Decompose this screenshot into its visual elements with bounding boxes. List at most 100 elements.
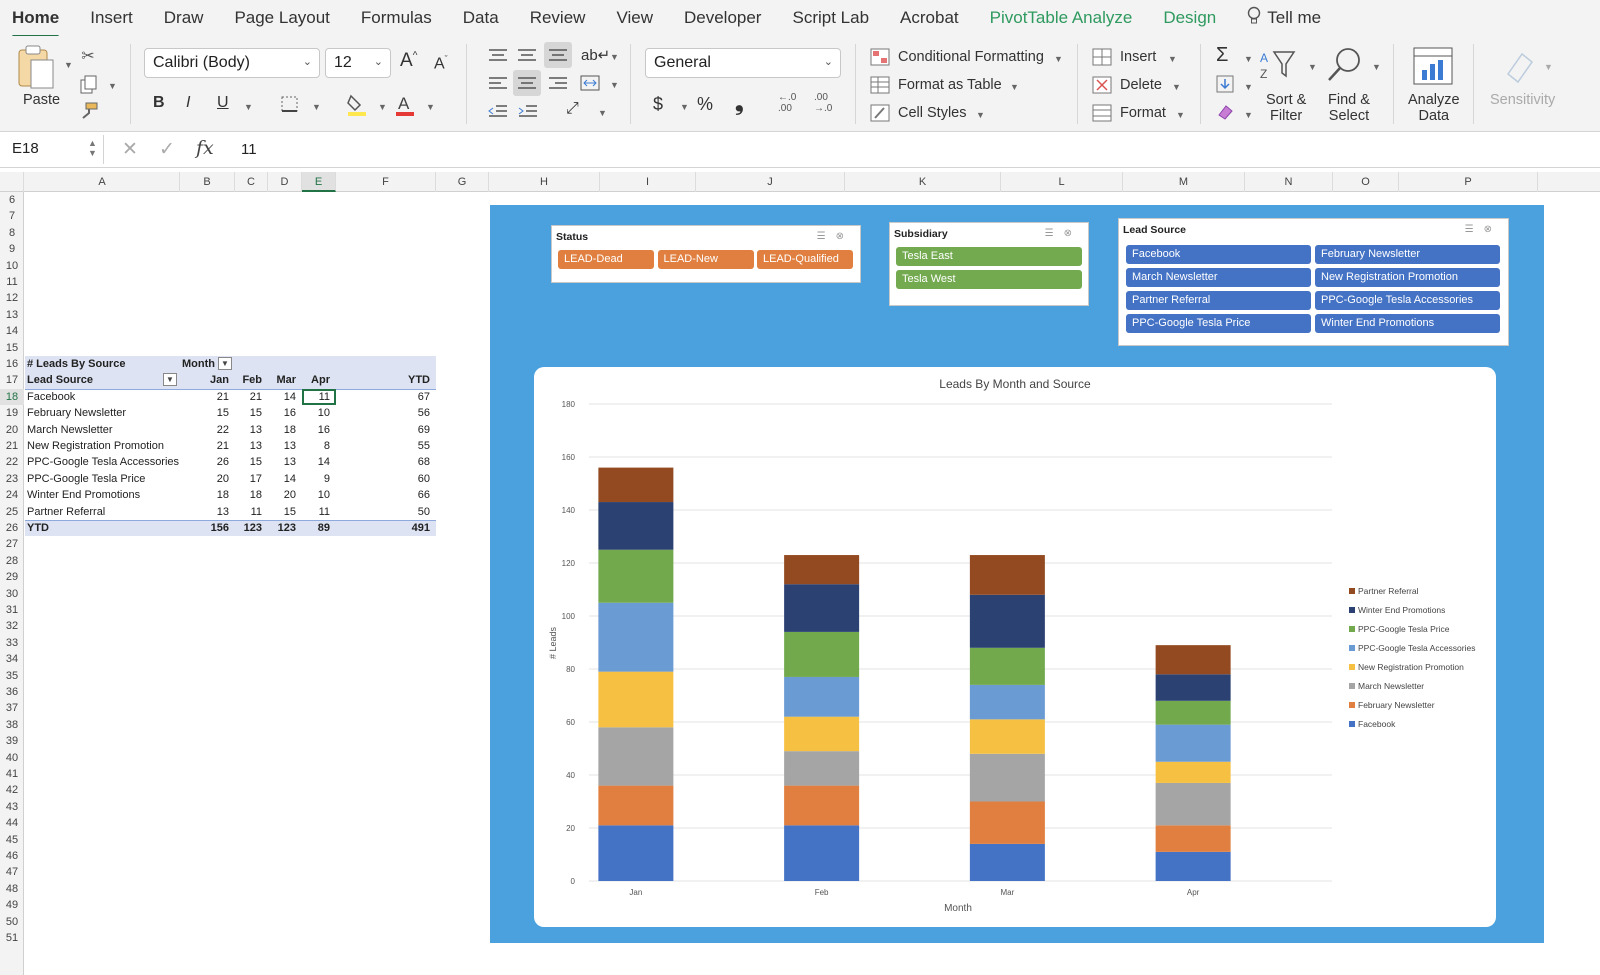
slicer-item-winter-end-promotions[interactable]: Winter End Promotions: [1315, 314, 1500, 333]
row-header-14[interactable]: 14: [0, 323, 24, 339]
row-header-7[interactable]: 7: [0, 208, 24, 224]
bar-segment-feb-1[interactable]: [784, 785, 860, 826]
wrap-text-chevron-icon[interactable]: ▼: [610, 52, 619, 62]
align-top-icon[interactable]: [486, 44, 510, 66]
pivot-value-cell[interactable]: 18: [268, 422, 296, 438]
wrap-text-icon[interactable]: ab↵: [581, 46, 610, 64]
pivot-value-cell[interactable]: 67: [336, 389, 430, 405]
row-header-13[interactable]: 13: [0, 307, 24, 323]
bar-segment-apr-7[interactable]: [1155, 645, 1231, 675]
conditional-formatting-button[interactable]: Conditional Formatting: [898, 49, 1044, 65]
decrease-indent-icon[interactable]: [486, 100, 510, 122]
pivot-value-cell[interactable]: 16: [302, 422, 330, 438]
multi-select-icon[interactable]: ☰: [1045, 228, 1064, 239]
pivot-value-cell[interactable]: 10: [302, 405, 330, 421]
find-select-icon[interactable]: [1324, 46, 1364, 84]
tab-review[interactable]: Review: [530, 8, 586, 28]
bar-segment-mar-4[interactable]: [969, 684, 1045, 720]
tab-page-layout[interactable]: Page Layout: [234, 8, 329, 28]
pivot-value-cell[interactable]: 11: [302, 504, 330, 520]
bar-segment-mar-7[interactable]: [969, 555, 1045, 595]
pivot-value-cell[interactable]: 13: [180, 504, 229, 520]
orientation-chevron-icon[interactable]: ▼: [598, 108, 607, 118]
merge-center-icon[interactable]: [578, 72, 602, 94]
pivot-value-cell[interactable]: 18: [180, 487, 229, 503]
pivot-value-cell[interactable]: 14: [302, 454, 330, 470]
format-cells-button[interactable]: Format: [1120, 105, 1166, 121]
row-header-40[interactable]: 40: [0, 750, 24, 766]
multi-select-icon[interactable]: ☰: [1465, 224, 1484, 235]
increase-font-icon[interactable]: A^: [400, 50, 417, 72]
row-header-44[interactable]: 44: [0, 815, 24, 831]
tab-acrobat[interactable]: Acrobat: [900, 8, 959, 28]
row-header-42[interactable]: 42: [0, 782, 24, 798]
row-header-43[interactable]: 43: [0, 799, 24, 815]
tab-data[interactable]: Data: [463, 8, 499, 28]
pivot-value-cell[interactable]: 15: [180, 405, 229, 421]
pivot-value-cell[interactable]: 50: [336, 504, 430, 520]
pivot-value-cell[interactable]: 20: [268, 487, 296, 503]
pivot-value-cell[interactable]: 13: [235, 422, 262, 438]
row-header-25[interactable]: 25: [0, 504, 24, 520]
pivot-value-cell[interactable]: 17: [235, 471, 262, 487]
legend-entry[interactable]: March Newsletter: [1358, 681, 1424, 691]
row-header-39[interactable]: 39: [0, 733, 24, 749]
font-color-chevron-icon[interactable]: ▼: [426, 102, 435, 112]
pivot-value-cell[interactable]: 9: [302, 471, 330, 487]
bar-segment-apr-5[interactable]: [1155, 700, 1231, 725]
cell-styles-button[interactable]: Cell Styles: [898, 105, 967, 121]
column-header-e[interactable]: E: [302, 172, 336, 192]
bar-segment-feb-5[interactable]: [784, 631, 860, 677]
bar-segment-apr-2[interactable]: [1155, 782, 1231, 826]
bar-segment-jan-3[interactable]: [598, 671, 674, 728]
pivot-value-cell[interactable]: 13: [235, 438, 262, 454]
pivot-value-cell[interactable]: 66: [336, 487, 430, 503]
slicer-item-lead-dead[interactable]: LEAD-Dead: [558, 250, 654, 269]
bold-button[interactable]: B: [153, 94, 165, 112]
tab-design[interactable]: Design: [1163, 8, 1216, 28]
analyze-data-button[interactable]: Analyze Data: [1408, 92, 1460, 124]
bar-segment-mar-2[interactable]: [969, 753, 1045, 802]
bar-segment-mar-5[interactable]: [969, 647, 1045, 685]
pivot-value-cell[interactable]: 26: [180, 454, 229, 470]
bar-segment-feb-2[interactable]: [784, 751, 860, 786]
percent-button[interactable]: %: [697, 94, 713, 115]
currency-button[interactable]: $: [653, 94, 663, 115]
pivot-value-cell[interactable]: 15: [268, 504, 296, 520]
bar-segment-feb-3[interactable]: [784, 716, 860, 752]
row-header-41[interactable]: 41: [0, 766, 24, 782]
copy-chevron-icon[interactable]: ▼: [108, 81, 117, 91]
underline-chevron-icon[interactable]: ▼: [244, 102, 253, 112]
pivot-value-cell[interactable]: 16: [268, 405, 296, 421]
row-header-32[interactable]: 32: [0, 618, 24, 634]
format-cells-icon[interactable]: [1092, 104, 1112, 122]
pivot-value-cell[interactable]: 20: [180, 471, 229, 487]
bar-segment-feb-6[interactable]: [784, 584, 860, 632]
format-cells-chevron-icon[interactable]: ▼: [1176, 110, 1185, 120]
formula-input[interactable]: 11: [241, 141, 257, 158]
insert-cells-chevron-icon[interactable]: ▼: [1168, 54, 1177, 64]
bar-segment-apr-3[interactable]: [1155, 761, 1231, 783]
row-header-10[interactable]: 10: [0, 258, 24, 274]
align-left-icon[interactable]: [486, 72, 510, 94]
multi-select-icon[interactable]: ☰: [817, 231, 836, 242]
tab-draw[interactable]: Draw: [164, 8, 204, 28]
bar-segment-mar-6[interactable]: [969, 594, 1045, 648]
row-header-34[interactable]: 34: [0, 651, 24, 667]
cut-icon[interactable]: ✂: [78, 46, 98, 66]
row-header-19[interactable]: 19: [0, 405, 24, 421]
align-middle-icon[interactable]: [515, 44, 539, 66]
legend-entry[interactable]: Winter End Promotions: [1358, 605, 1445, 615]
row-header-26[interactable]: 26: [0, 520, 24, 536]
confirm-icon[interactable]: ✓: [159, 138, 175, 161]
borders-chevron-icon[interactable]: ▼: [312, 102, 321, 112]
insert-cells-button[interactable]: Insert: [1120, 49, 1156, 65]
bar-segment-jan-2[interactable]: [598, 727, 674, 786]
slicer-item-partner-referral[interactable]: Partner Referral: [1126, 291, 1311, 310]
underline-button[interactable]: U: [217, 94, 229, 112]
bar-segment-jan-5[interactable]: [598, 549, 674, 603]
merge-chevron-icon[interactable]: ▼: [610, 80, 619, 90]
pivot-value-cell[interactable]: 55: [336, 438, 430, 454]
row-header-49[interactable]: 49: [0, 897, 24, 913]
analyze-data-icon[interactable]: [1412, 46, 1454, 88]
